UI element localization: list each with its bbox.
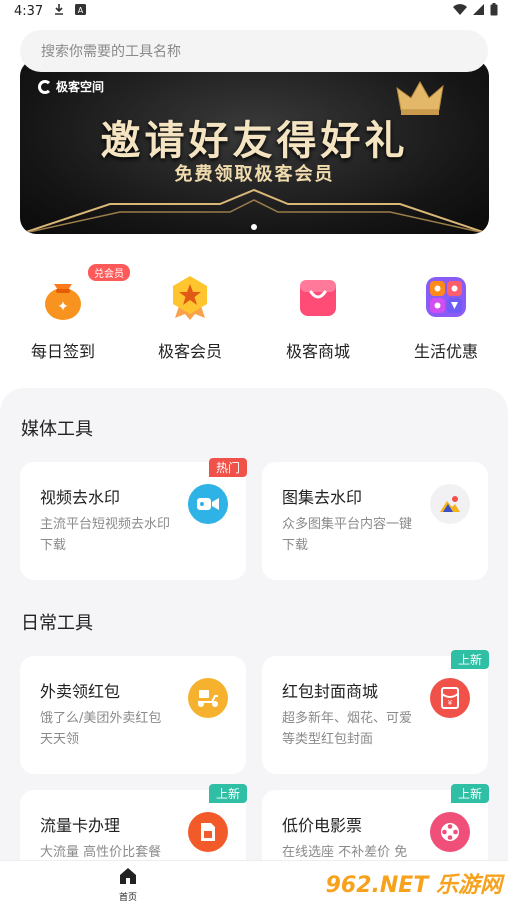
brand-logo: 极客空间 (38, 78, 104, 95)
red-envelope-icon: ¥ (430, 678, 470, 718)
tools-panel: 媒体工具 视频去水印 主流平台短视频去水印下载 热门 图集去水印 众多图集平台内… (0, 388, 508, 903)
card-title: 红包封面商城 (282, 682, 379, 701)
card-description: 主流平台短视频去水印下载 (40, 517, 171, 553)
lifestyle-grid-icon (419, 270, 473, 324)
quick-action-mall[interactable]: 极客商城 (268, 270, 368, 362)
card-title: 流量卡办理 (40, 816, 121, 835)
film-reel-icon (430, 812, 470, 852)
badge-redeem-vip: 兑会员 (88, 264, 130, 281)
quick-action-label: 极客商城 (285, 342, 350, 361)
signal-icon (473, 3, 484, 19)
brand-logo-icon (38, 79, 52, 94)
video-camera-icon (188, 484, 228, 524)
quick-action-life-deals[interactable]: 生活优惠 (396, 270, 496, 362)
card-description: 众多图集平台内容一键下载 (282, 517, 413, 553)
quick-actions: ✦ 兑会员 每日签到 极客会员 极客商城 生活优惠 (0, 264, 508, 370)
quick-action-label: 极客会员 (157, 342, 222, 361)
tool-card-takeout-redpacket[interactable]: 外卖领红包 饿了么/美团外卖红包天天领 (20, 656, 246, 774)
site-watermark: 962.NET 乐游网 (325, 873, 502, 898)
vip-badge-icon (163, 270, 217, 324)
tag-hot: 热门 (208, 458, 247, 477)
section-title-daily: 日常工具 (21, 613, 93, 634)
brand-name: 极客空间 (56, 80, 105, 94)
tool-card-gallery-watermark[interactable]: 图集去水印 众多图集平台内容一键下载 (262, 462, 488, 580)
sim-card-icon (188, 812, 228, 852)
promo-banner[interactable]: 极客空间 邀请好友得好礼 免费领取极客会员 (20, 60, 489, 234)
card-title: 图集去水印 (282, 488, 363, 507)
tag-new: 上新 (450, 784, 489, 803)
svg-text:✦: ✦ (57, 299, 69, 315)
search-input[interactable]: 搜索你需要的工具名称 (41, 41, 181, 61)
shopping-bag-icon (291, 270, 345, 324)
wifi-icon (453, 3, 467, 19)
tool-card-redpacket-cover[interactable]: 红包封面商城 超多新年、烟花、可爱等类型红包封面 ¥ 上新 (262, 650, 489, 774)
gallery-icon (430, 484, 470, 524)
banner-title: 邀请好友得好礼 (100, 117, 409, 164)
section-title-media: 媒体工具 (21, 419, 93, 440)
quick-action-vip[interactable]: 极客会员 (140, 270, 240, 362)
download-icon (53, 3, 65, 19)
money-bag-icon: ✦ 兑会员 (36, 264, 130, 324)
card-title: 外卖领红包 (40, 682, 121, 701)
svg-text:A: A (78, 6, 84, 15)
quick-action-label: 每日签到 (30, 342, 95, 361)
tag-new: 上新 (450, 650, 489, 669)
tab-home-label: 首页 (118, 893, 137, 903)
home-icon (120, 868, 136, 884)
card-description: 饿了么/美团外卖红包天天领 (40, 711, 162, 747)
svg-text:¥: ¥ (448, 699, 453, 707)
status-time: 4:37 (14, 3, 44, 19)
tool-card-video-watermark[interactable]: 视频去水印 主流平台短视频去水印下载 热门 (20, 458, 247, 580)
card-title: 低价电影票 (282, 816, 363, 835)
quick-action-checkin[interactable]: ✦ 兑会员 每日签到 (13, 264, 130, 362)
delivery-scooter-icon (188, 678, 228, 718)
a-icon: A (75, 3, 87, 19)
status-bar: 4:37 A (0, 0, 508, 22)
quick-action-label: 生活优惠 (413, 342, 478, 361)
card-description: 超多新年、烟花、可爱等类型红包封面 (282, 711, 413, 747)
banner-subtitle: 免费领取极客会员 (174, 164, 335, 185)
tab-home[interactable]: 首页 (108, 867, 148, 903)
banner-pagination-dot (251, 224, 257, 230)
card-title: 视频去水印 (40, 488, 121, 507)
search-bar[interactable]: 搜索你需要的工具名称 (20, 30, 488, 72)
tag-new: 上新 (208, 784, 247, 803)
battery-icon (490, 2, 498, 20)
